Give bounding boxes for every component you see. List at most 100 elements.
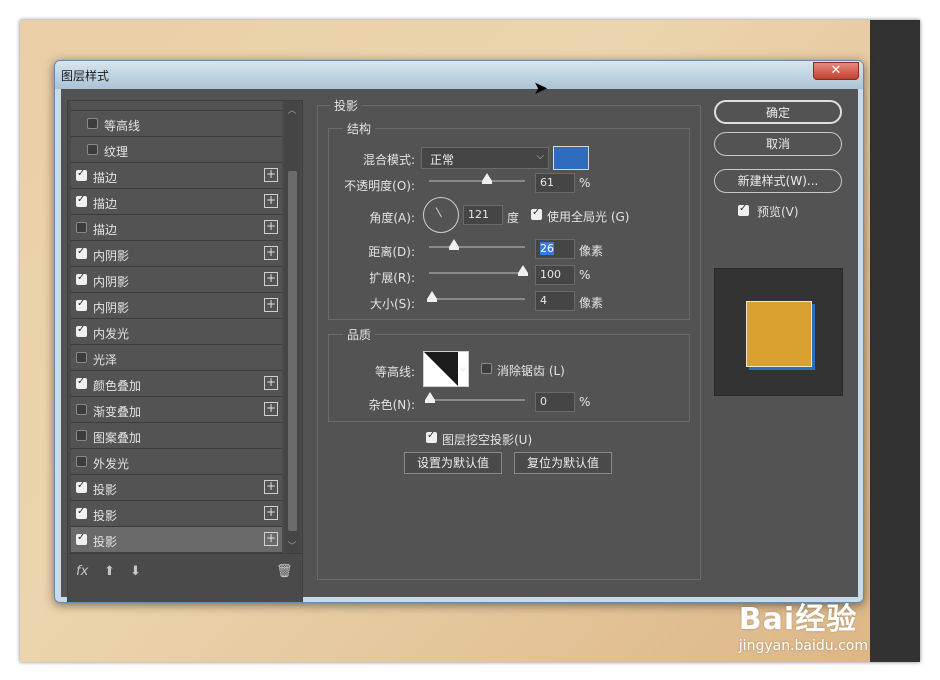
style-list-item[interactable]: 光泽	[71, 345, 282, 371]
scroll-thumb[interactable]	[288, 171, 297, 531]
noise-input[interactable]: 0	[535, 392, 575, 412]
drop-shadow-title: 投影	[330, 97, 363, 114]
styles-panel: 等高线纹理描边+描边+描边+内阴影+内阴影+内阴影+内发光光泽颜色叠加+渐变叠加…	[67, 100, 303, 602]
style-label: 纹理	[104, 145, 129, 159]
add-effect-plus-icon[interactable]: +	[264, 272, 278, 286]
style-list-item[interactable]	[71, 101, 282, 111]
fx-icon[interactable]: fx	[76, 564, 88, 579]
title-bar[interactable]: 图层样式 ✕	[55, 61, 863, 89]
noise-unit: %	[579, 395, 591, 409]
antialias-checkbox[interactable]	[481, 363, 492, 374]
size-slider-knob[interactable]	[427, 291, 437, 302]
watermark-brand: Bai经验	[738, 602, 858, 637]
noise-slider-knob[interactable]	[425, 392, 435, 403]
reset-default-button[interactable]: 复位为默认值	[514, 452, 612, 474]
style-checkbox[interactable]	[76, 222, 87, 233]
add-effect-plus-icon[interactable]: +	[264, 506, 278, 520]
style-checkbox[interactable]	[87, 144, 98, 155]
style-checkbox[interactable]	[76, 430, 87, 441]
style-list-item[interactable]: 描边 +	[71, 215, 282, 241]
add-effect-plus-icon[interactable]: +	[264, 480, 278, 494]
preview-label: 预览(V)	[757, 205, 799, 219]
spread-slider[interactable]	[429, 265, 528, 276]
style-checkbox[interactable]	[76, 404, 87, 415]
style-checkbox[interactable]	[87, 118, 98, 129]
style-list-item[interactable]: 投影 +	[71, 475, 282, 501]
dialog-client-area: 等高线纹理描边+描边+描边+内阴影+内阴影+内阴影+内发光光泽颜色叠加+渐变叠加…	[61, 89, 858, 602]
style-list-item[interactable]: 颜色叠加 +	[71, 371, 282, 397]
styles-scrollbar[interactable]: ︿ ﹀	[284, 101, 300, 553]
style-list-item[interactable]: 投影 +	[71, 501, 282, 527]
style-checkbox[interactable]	[76, 246, 87, 259]
make-default-button[interactable]: 设置为默认值	[404, 452, 502, 474]
shadow-color-swatch[interactable]	[553, 146, 589, 170]
opacity-slider[interactable]	[429, 173, 525, 184]
add-effect-plus-icon[interactable]: +	[264, 194, 278, 208]
ok-button[interactable]: 确定	[714, 100, 842, 124]
style-list-item[interactable]: 外发光	[71, 449, 282, 475]
style-list-item[interactable]: 描边 +	[71, 163, 282, 189]
global-light-checkbox[interactable]	[531, 207, 542, 220]
style-list-item[interactable]: 内阴影 +	[71, 293, 282, 319]
move-down-icon[interactable]: ⬇	[130, 564, 141, 579]
style-list-item[interactable]: 内阴影 +	[71, 241, 282, 267]
style-list-item[interactable]: 等高线	[71, 111, 282, 137]
style-checkbox[interactable]	[76, 298, 87, 311]
style-list-item[interactable]: 渐变叠加 +	[71, 397, 282, 423]
style-checkbox[interactable]	[76, 324, 87, 337]
angle-dial[interactable]	[423, 197, 459, 233]
style-label: 等高线	[104, 119, 141, 133]
style-list-item[interactable]: 图案叠加	[71, 423, 282, 449]
distance-slider[interactable]	[429, 239, 525, 250]
noise-slider[interactable]	[425, 392, 525, 403]
style-checkbox[interactable]	[76, 480, 87, 493]
preview-checkbox[interactable]	[738, 203, 749, 216]
opacity-unit: %	[579, 176, 591, 190]
angle-label: 角度(A):	[369, 211, 415, 225]
style-checkbox[interactable]	[76, 272, 87, 285]
add-effect-plus-icon[interactable]: +	[264, 402, 278, 416]
baidu-watermark: Bai经验 jingyan.baidu.com	[739, 594, 868, 654]
close-button[interactable]: ✕	[813, 62, 859, 80]
add-effect-plus-icon[interactable]: +	[264, 532, 278, 546]
spread-input[interactable]: 100	[535, 265, 575, 285]
add-effect-plus-icon[interactable]: +	[264, 246, 278, 260]
style-list-item[interactable]: 纹理	[71, 137, 282, 163]
size-input[interactable]: 4	[535, 291, 575, 311]
new-style-button[interactable]: 新建样式(W)...	[714, 169, 842, 193]
style-checkbox[interactable]	[76, 456, 87, 467]
style-list-item[interactable]: 内发光	[71, 319, 282, 345]
distance-slider-knob[interactable]	[449, 239, 459, 250]
distance-input[interactable]: 26	[535, 239, 575, 259]
style-checkbox[interactable]	[76, 352, 87, 363]
style-checkbox[interactable]	[76, 194, 87, 207]
trash-icon[interactable]: 🗑	[276, 564, 293, 579]
knockout-checkbox[interactable]	[426, 430, 437, 443]
move-up-icon[interactable]: ⬆	[104, 564, 115, 579]
add-effect-plus-icon[interactable]: +	[264, 220, 278, 234]
quality-title: 品质	[343, 326, 376, 343]
contour-preview-icon	[424, 352, 458, 386]
style-label: 外发光	[93, 457, 130, 471]
styles-list: 等高线纹理描边+描边+描边+内阴影+内阴影+内阴影+内发光光泽颜色叠加+渐变叠加…	[71, 101, 282, 553]
style-list-item[interactable]: 内阴影 +	[71, 267, 282, 293]
scroll-down-arrow-icon[interactable]: ﹀	[287, 539, 297, 552]
contour-chevron-down-icon[interactable]: ⌵	[459, 363, 467, 374]
style-checkbox[interactable]	[76, 506, 87, 519]
size-slider[interactable]	[427, 291, 525, 302]
add-effect-plus-icon[interactable]: +	[264, 298, 278, 312]
style-checkbox[interactable]	[76, 376, 87, 389]
spread-slider-knob[interactable]	[518, 265, 528, 276]
style-list-item[interactable]: 投影 +	[71, 527, 282, 553]
cancel-button[interactable]: 取消	[714, 132, 842, 156]
opacity-input[interactable]: 61	[535, 173, 575, 193]
style-checkbox[interactable]	[76, 168, 87, 181]
angle-input[interactable]: 121	[463, 205, 503, 225]
blend-mode-select[interactable]: 正常 ⌵	[421, 147, 549, 169]
scroll-up-arrow-icon[interactable]: ︿	[287, 103, 297, 116]
add-effect-plus-icon[interactable]: +	[264, 168, 278, 182]
style-list-item[interactable]: 描边 +	[71, 189, 282, 215]
opacity-slider-knob[interactable]	[482, 173, 492, 184]
add-effect-plus-icon[interactable]: +	[264, 376, 278, 390]
style-checkbox[interactable]	[76, 532, 87, 545]
